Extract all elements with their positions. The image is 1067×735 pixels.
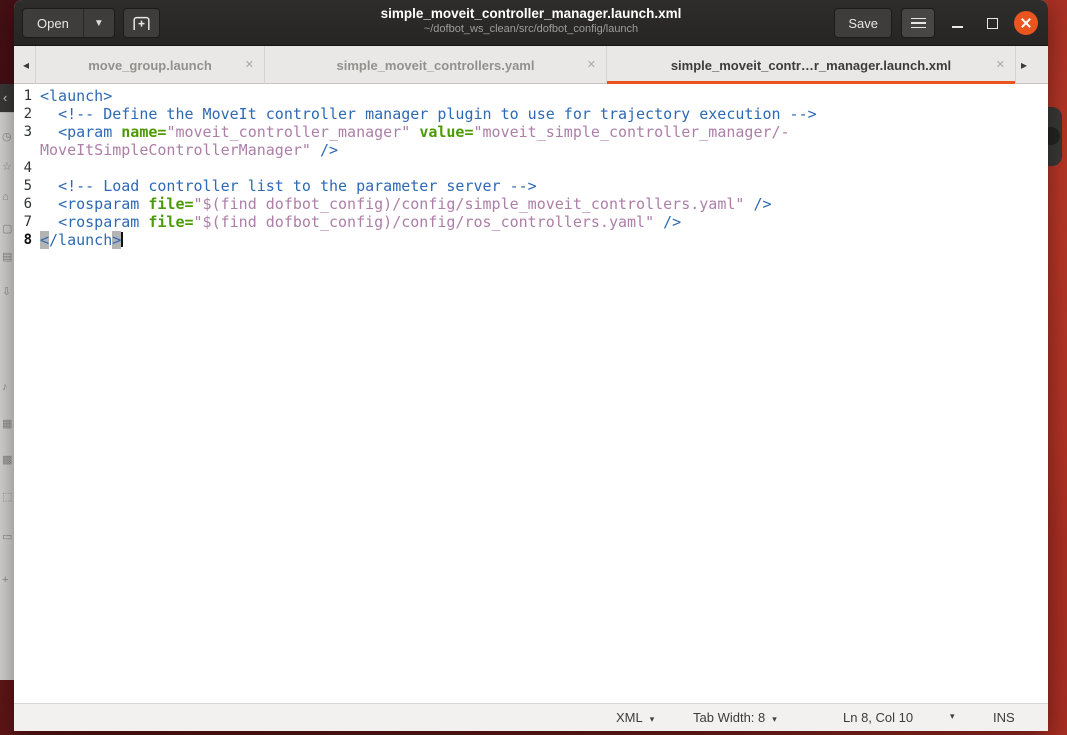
maximize-icon [987,18,998,29]
add-bookmark-icon: + [2,574,14,586]
tab-close-icon[interactable]: ✕ [245,58,254,72]
code-line[interactable]: 5 <!-- Load controller list to the param… [14,177,1048,195]
tab-label: simple_moveit_controllers.yaml [337,58,535,73]
tab-scroll-right-button[interactable]: ▸ [1014,46,1034,83]
code-line[interactable]: 4 [14,159,1048,177]
close-button[interactable] [1014,11,1038,35]
hamburger-menu-icon [911,15,926,32]
tab-close-icon[interactable]: ✕ [587,58,596,72]
goto-line-dropdown[interactable]: ▾ [950,708,955,725]
code-line[interactable]: 8</launch> [14,231,1048,249]
code-line[interactable]: 1<launch> [14,87,1048,105]
line-number: 6 [14,195,36,213]
text-editor-area[interactable]: 1<launch>2 <!-- Define the MoveIt contro… [14,84,1048,703]
insert-mode-indicator: INS [993,709,1015,726]
pictures-icon: ▦ [2,418,14,430]
chevron-down-icon: ▾ [772,714,777,724]
background-files-window-sidebar[interactable]: ◷ ☆ ⌂ ▢ ▤ ⇩ ♪ ▦ ▩ ⬚ ▭ + [0,112,14,680]
line-number: 5 [14,177,36,195]
tab-close-icon[interactable]: ✕ [996,58,1005,72]
open-split-button: Open ▼ [22,8,115,38]
line-number: 3 [14,123,36,141]
tab-simple-moveit-controller-manager-launch-xml[interactable]: simple_moveit_contr…r_manager.launch.xml… [607,46,1016,84]
home-icon: ⌂ [2,191,14,203]
code-line[interactable]: 6 <rosparam file="$(find dofbot_config)/… [14,195,1048,213]
tab-move-group-launch[interactable]: move_group.launch ✕ [35,46,265,84]
open-dropdown-button[interactable]: ▼ [83,9,114,37]
language-mode-dropdown[interactable]: XML▾ [616,709,654,728]
music-icon: ♪ [2,381,14,393]
cursor-position-label: Ln 8, Col 10 [843,709,913,726]
line-number: 7 [14,213,36,231]
tab-scroll-left-button[interactable]: ◂ [16,46,36,83]
code-line[interactable]: 3 <param name="moveit_controller_manager… [14,123,1048,141]
documents-icon: ▤ [2,251,14,263]
menu-button[interactable] [901,8,935,38]
starred-star-icon: ☆ [2,161,14,173]
new-document-button[interactable] [123,8,160,38]
status-bar: XML▾ Tab Width: 8▾ Ln 8, Col 10 ▾ INS [14,703,1048,731]
videos-icon: ▩ [2,454,14,466]
downloads-icon: ⇩ [2,286,14,298]
open-button[interactable]: Open [23,9,83,37]
gedit-window: Open ▼ simple_moveit_controller_manager.… [14,0,1048,731]
maximize-button[interactable] [979,10,1005,36]
save-button[interactable]: Save [834,8,892,38]
tab-label: simple_moveit_contr…r_manager.launch.xml [671,58,951,73]
recent-clock-icon: ◷ [2,131,14,143]
tab-width-dropdown[interactable]: Tab Width: 8▾ [693,709,777,728]
line-number: 2 [14,105,36,123]
back-chevron-icon: ‹ [3,90,7,105]
tab-label: move_group.launch [88,58,212,73]
folder-icon: ▭ [2,531,14,543]
code-line[interactable]: 2 <!-- Define the MoveIt controller mana… [14,105,1048,123]
tab-simple-moveit-controllers-yaml[interactable]: simple_moveit_controllers.yaml ✕ [265,46,607,84]
line-number: 8 [14,231,36,249]
line-number: 1 [14,87,36,105]
line-number: 4 [14,159,36,177]
background-files-window-back-button[interactable]: ‹ [0,84,14,112]
minimize-icon [952,26,963,28]
tab-bar: ◂ move_group.launch ✕ simple_moveit_cont… [14,46,1048,84]
code-line[interactable]: MoveItSimpleControllerManager" /> [14,141,1048,159]
minimize-button[interactable] [944,10,970,36]
line-number [14,141,36,159]
text-cursor [121,232,123,247]
titlebar[interactable]: Open ▼ simple_moveit_controller_manager.… [14,0,1048,46]
desktop-icon: ▢ [2,223,14,235]
chevron-down-icon: ▾ [650,714,655,724]
trash-icon: ⬚ [2,491,14,503]
new-document-icon [131,15,152,32]
code-line[interactable]: 7 <rosparam file="$(find dofbot_config)/… [14,213,1048,231]
